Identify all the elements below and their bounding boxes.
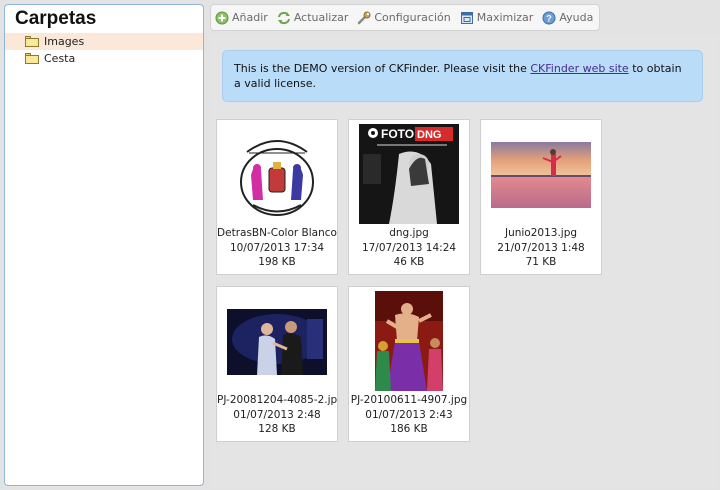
file-name: Junio2013.jpg: [504, 227, 578, 239]
file-image-magazine: FOTO DNG: [359, 124, 459, 224]
folder-icon: [25, 53, 39, 64]
file-size: 71 KB: [525, 256, 557, 268]
folders-title: Carpetas: [15, 8, 97, 29]
file-size: 128 KB: [258, 423, 296, 435]
help-icon: ?: [542, 11, 556, 25]
folder-item-cesta[interactable]: Cesta: [5, 50, 203, 67]
file-name: PJ-20100611-4907.jpg: [350, 394, 468, 406]
file-thumb[interactable]: PJ-20100611-4907.jpg 01/07/2013 2:43 186…: [348, 286, 470, 442]
maximize-icon: [460, 11, 474, 25]
file-image-logo: [237, 130, 317, 216]
add-label: Añadir: [232, 11, 268, 24]
file-name: dng.jpg: [389, 227, 429, 239]
file-browser: This is the DEMO version of CKFinder. Pl…: [210, 36, 718, 488]
help-label: Ayuda: [559, 11, 594, 24]
file-thumb[interactable]: DetrasBN-Color Blanco 10/07/2013 17:34 1…: [216, 119, 338, 275]
file-size: 186 KB: [390, 423, 428, 435]
maximize-label: Maximizar: [476, 11, 534, 24]
toolbar: Añadir Actualizar Configuración Maximiza…: [210, 4, 601, 31]
refresh-icon: [277, 11, 291, 25]
file-size: 198 KB: [258, 256, 296, 268]
folder-label: Images: [44, 35, 85, 48]
file-date: 01/07/2013 2:43: [365, 409, 453, 421]
notice-text-before: This is the DEMO version of CKFinder. Pl…: [234, 62, 531, 75]
file-thumb[interactable]: PJ-20081204-4085-2.jp 01/07/2013 2:48 12…: [216, 286, 338, 442]
file-image-bellydance: [375, 291, 443, 391]
settings-button[interactable]: Configuración: [357, 11, 451, 25]
file-name: DetrasBN-Color Blanco: [217, 227, 337, 239]
file-image-sunset: [491, 142, 591, 208]
maximize-button[interactable]: Maximizar: [460, 11, 534, 25]
file-thumb[interactable]: FOTO DNG dng.jpg 17/07/2013 14:24 46 KB: [348, 119, 470, 275]
refresh-label: Actualizar: [293, 11, 349, 24]
demo-notice: This is the DEMO version of CKFinder. Pl…: [222, 50, 703, 102]
add-icon: [215, 11, 229, 25]
ckfinder-link[interactable]: CKFinder web site: [530, 62, 628, 75]
folder-icon: [25, 36, 39, 47]
add-button[interactable]: Añadir: [215, 11, 268, 25]
folder-item-images[interactable]: Images: [5, 33, 203, 50]
file-date: 10/07/2013 17:34: [229, 242, 325, 254]
folders-panel: Carpetas Images Cesta: [4, 4, 204, 486]
refresh-button[interactable]: Actualizar: [277, 11, 349, 25]
file-image-dancers: [227, 309, 327, 375]
file-date: 17/07/2013 14:24: [361, 242, 457, 254]
file-date: 01/07/2013 2:48: [233, 409, 321, 421]
wrench-icon: [357, 11, 371, 25]
folder-label: Cesta: [44, 52, 76, 65]
file-thumb[interactable]: Junio2013.jpg 21/07/2013 1:48 71 KB: [480, 119, 602, 275]
svg-text:?: ?: [547, 13, 553, 23]
settings-label: Configuración: [374, 11, 451, 24]
help-button[interactable]: ? Ayuda: [542, 11, 593, 25]
file-date: 21/07/2013 1:48: [497, 242, 585, 254]
svg-text:DNG: DNG: [417, 129, 441, 141]
file-size: 46 KB: [393, 256, 425, 268]
svg-text:FOTO: FOTO: [381, 127, 414, 141]
file-name: PJ-20081204-4085-2.jp: [217, 394, 337, 406]
